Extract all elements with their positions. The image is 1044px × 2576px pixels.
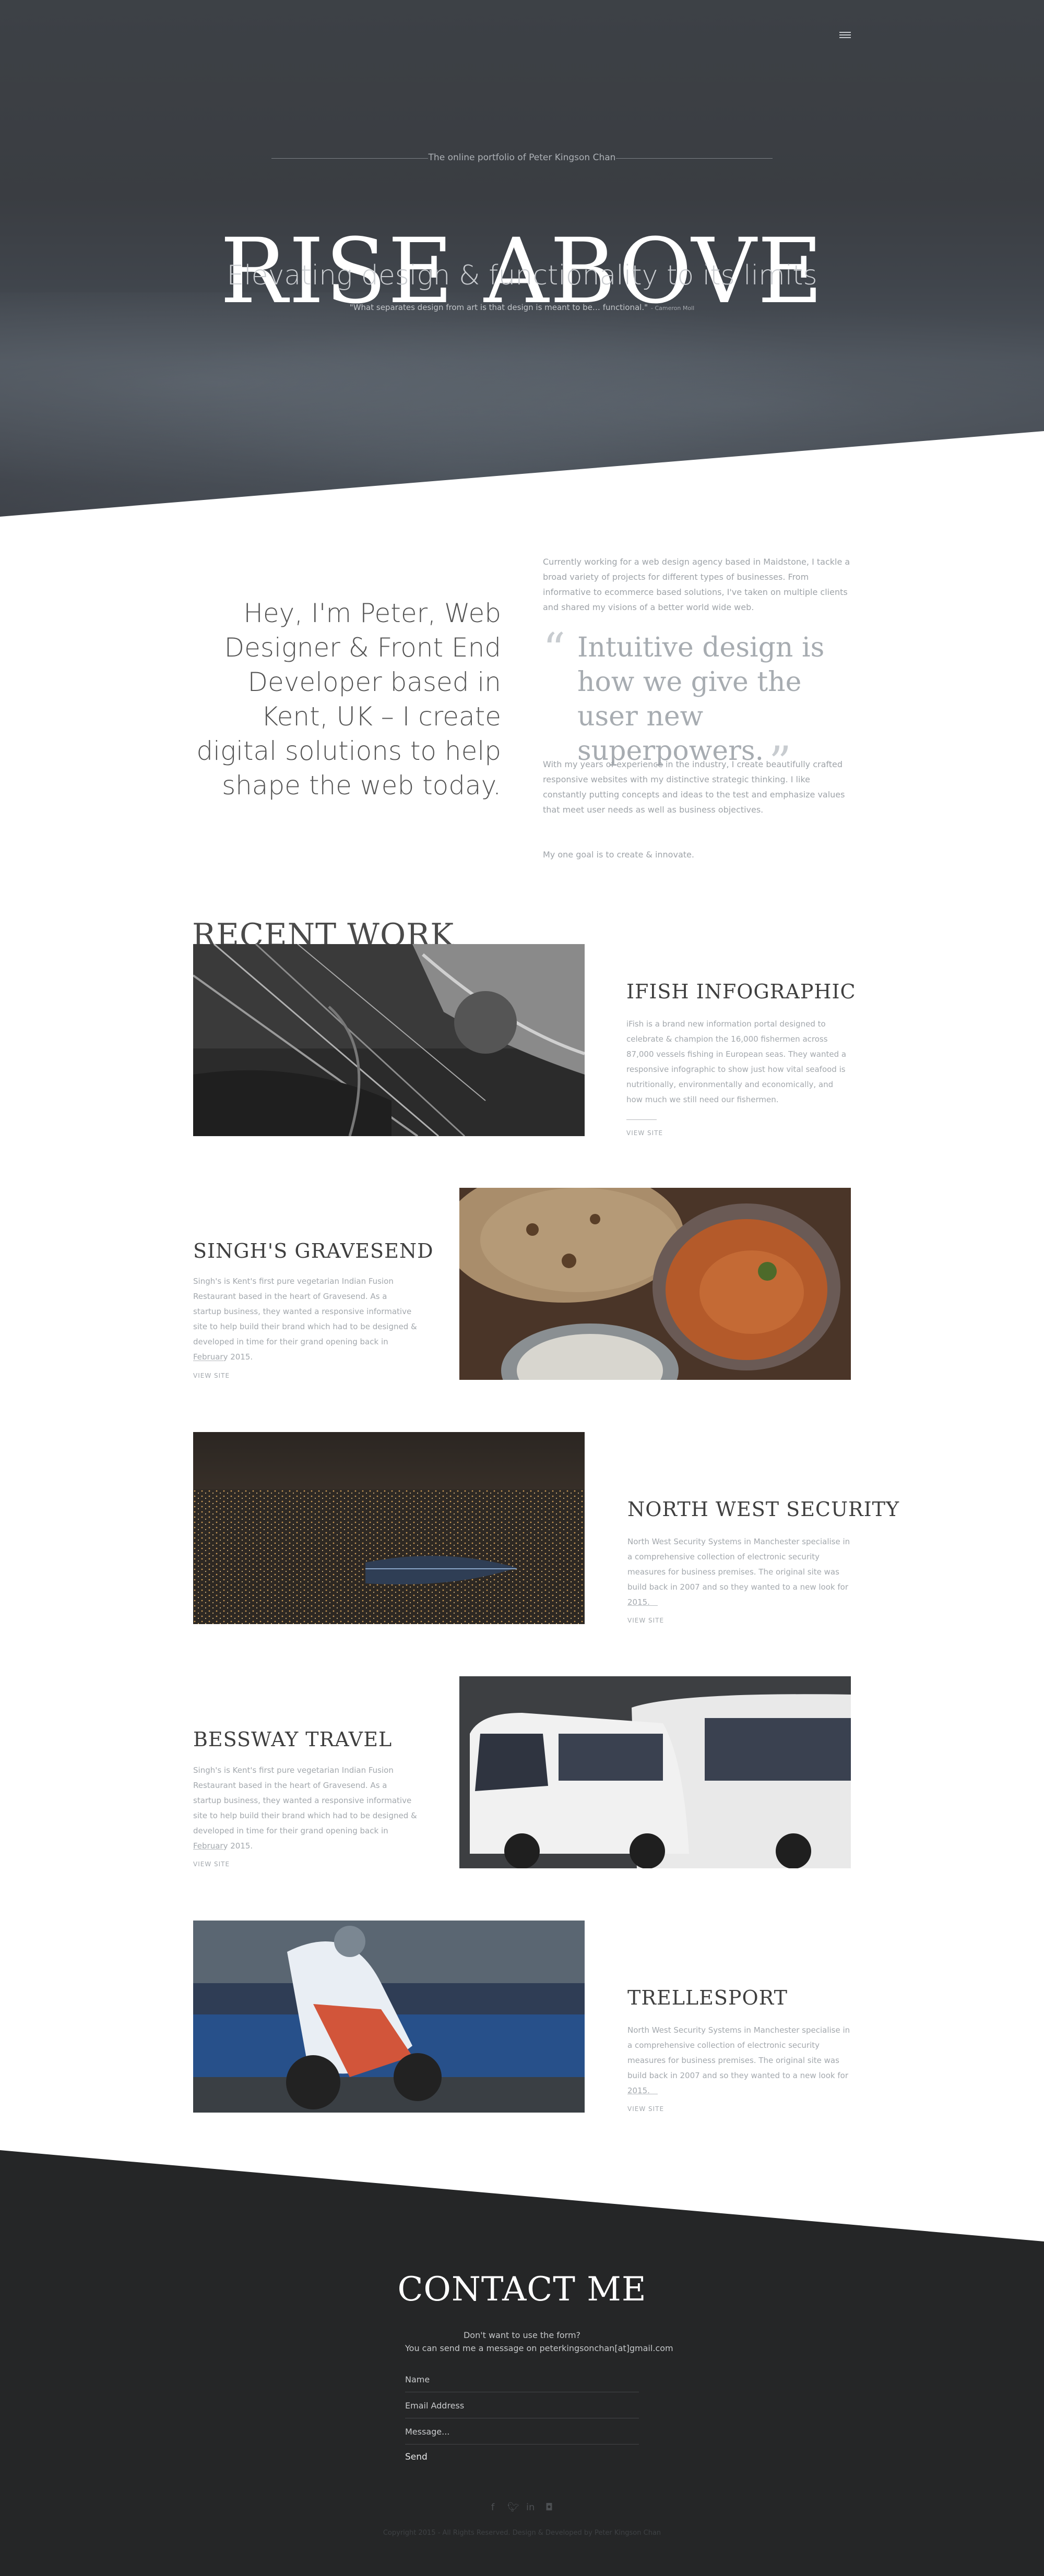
instagram-icon[interactable]: ◘ [545, 2502, 553, 2513]
hero-subtitle: Elevating design & functionality to its … [227, 260, 817, 291]
open-quote-icon: “ [543, 624, 565, 675]
project-divider [626, 1119, 657, 1120]
hero-quote-author: - Cameron Moll [651, 305, 695, 312]
contact-note: Don't want to use the form? [463, 2330, 581, 2340]
hero-quote: "What separates design from art is that … [0, 303, 1044, 312]
project-divider [627, 1605, 658, 1606]
project-image-bessway-travel[interactable] [459, 1676, 851, 1868]
hero-quote-text: "What separates design from art is that … [349, 303, 648, 312]
project-image-trellesport[interactable] [193, 1921, 585, 2113]
project-desc-bessway-travel: Singh's is Kent's first pure vegetarian … [193, 1766, 417, 1851]
about-paragraph-3: My one goal is to create & innovate. [543, 850, 694, 860]
project-title-bessway-travel: BESSWAY TRAVEL [193, 1728, 393, 1751]
project-image-north-west-security[interactable] [193, 1432, 585, 1624]
project-title-singhs: SINGH'S GRAVESEND [193, 1239, 434, 1262]
contact-email-note: You can send me a message on peterkingso… [405, 2343, 673, 2353]
contact-diagonal-cut [0, 2150, 1044, 2241]
project-desc-ifish: iFish is a brand new information portal … [626, 1019, 847, 1104]
view-site-link-north-west-security[interactable]: VIEW SITE [627, 1617, 664, 1624]
recent-work-heading: RECENT WORK [192, 917, 455, 945]
project-desc-singhs: Singh's is Kent's first pure vegetarian … [193, 1277, 417, 1362]
about-paragraph-1: Currently working for a web design agenc… [543, 557, 850, 612]
view-site-link-trellesport[interactable]: VIEW SITE [627, 2105, 664, 2113]
project-title-north-west-security: NORTH WEST SECURITY [627, 1498, 900, 1521]
project-image-ifish[interactable] [193, 944, 585, 1136]
about-intro: Hey, I'm Peter, Web Designer & Front End… [196, 598, 501, 801]
project-image-singhs[interactable] [459, 1188, 851, 1380]
project-title-trellesport: TRELLESPORT [627, 1986, 788, 2009]
view-site-link-singhs[interactable]: VIEW SITE [193, 1372, 230, 1379]
email-field[interactable] [405, 2393, 639, 2418]
about-paragraph-2: With my years of experience in the indus… [543, 759, 845, 815]
project-divider [193, 1849, 223, 1850]
linkedin-icon[interactable]: in [526, 2502, 535, 2513]
send-button[interactable]: Send [405, 2452, 428, 2462]
view-site-link-ifish[interactable]: VIEW SITE [626, 1129, 663, 1137]
hamburger-menu-icon[interactable] [839, 30, 851, 40]
twitter-icon[interactable]: 🐦︎ [507, 2502, 519, 2513]
project-desc-trellesport: North West Security Systems in Mancheste… [627, 2025, 850, 2095]
contact-title: CONTACT ME [397, 2270, 647, 2309]
project-title-ifish: IFISH INFOGRAPHIC [626, 980, 856, 1003]
view-site-link-bessway-travel[interactable]: VIEW SITE [193, 1861, 230, 1868]
message-field[interactable] [405, 2419, 639, 2444]
facebook-icon[interactable]: f [489, 2502, 497, 2513]
social-links: f 🐦︎ in ◘ [489, 2502, 553, 2513]
project-desc-north-west-security: North West Security Systems in Mancheste… [627, 1537, 850, 1607]
hero-tagline: The online portfolio of Peter Kingson Ch… [271, 152, 773, 163]
name-field[interactable] [405, 2367, 639, 2392]
copyright: Copyright 2015 - All Rights Reserved. De… [383, 2529, 661, 2537]
